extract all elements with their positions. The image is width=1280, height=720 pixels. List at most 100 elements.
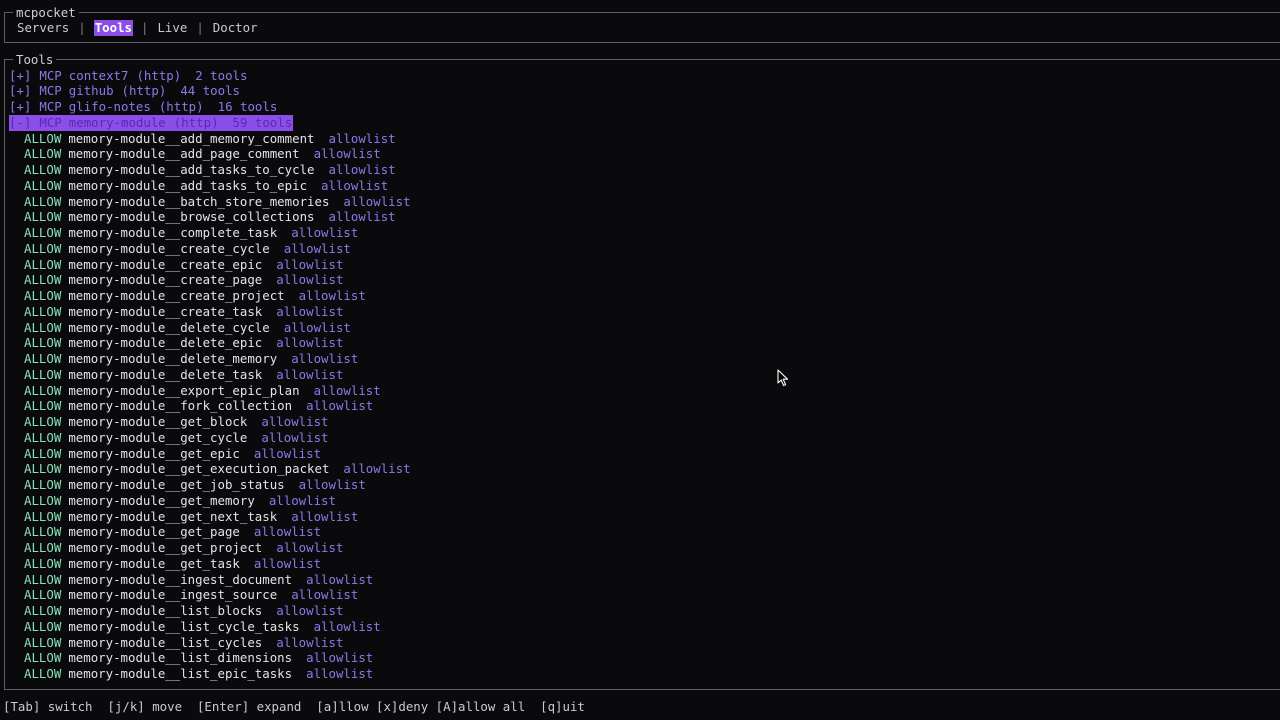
tool-row[interactable]: ALLOW memory-module__list_cycles allowlist: [9, 635, 411, 651]
tool-status-badge: ALLOW: [24, 666, 62, 681]
tool-status-badge: ALLOW: [24, 477, 62, 492]
tab-servers[interactable]: Servers: [16, 20, 70, 36]
expand-toggle[interactable]: [+]: [9, 99, 31, 115]
tool-row[interactable]: ALLOW memory-module__delete_memory allowli…: [9, 351, 411, 367]
tool-status-badge: ALLOW: [24, 209, 62, 225]
tool-row[interactable]: ALLOW memory-module__list_blocks allowlist: [9, 603, 411, 619]
tool-name: memory-module__get_job_status: [68, 477, 285, 492]
server-prefix: MCP: [39, 114, 62, 130]
tool-row[interactable]: ALLOW memory-module__add_tasks_to_cycle al…: [9, 162, 411, 178]
tool-row[interactable]: ALLOW memory-module__get_next_task allowli…: [9, 509, 411, 525]
keybinding-help: [Tab] switch [j/k] move [Enter] expand […: [3, 699, 585, 714]
server-prefix: MCP: [39, 67, 62, 83]
tool-row[interactable]: ALLOW memory-module__get_execution_packet…: [9, 461, 411, 477]
tool-row[interactable]: ALLOW memory-module__complete_task allowli…: [9, 225, 411, 241]
tool-policy-source: allowlist: [343, 193, 411, 209]
server-row-content: [+] MCP glifo-notes (http) 16 tools: [9, 99, 277, 115]
expand-toggle[interactable]: [+]: [9, 68, 31, 84]
tool-row[interactable]: ALLOW memory-module__create_project allowl…: [9, 288, 411, 304]
tool-status-badge: ALLOW: [24, 382, 62, 398]
tool-name: memory-module__list_cycles: [68, 634, 263, 650]
server-transport: (http): [136, 67, 182, 83]
server-transport: (http): [158, 99, 204, 114]
tab-doctor[interactable]: Doctor: [212, 20, 259, 36]
expand-toggle[interactable]: [+]: [9, 83, 31, 99]
tool-name: memory-module__get_memory: [68, 492, 255, 508]
tool-policy-source: allowlist: [313, 146, 381, 162]
server-row-content: [+] MCP context7 (http) 2 tools: [9, 68, 247, 84]
server-row-glifo-notes[interactable]: [+] MCP glifo-notes (http) 16 tools: [9, 99, 411, 115]
tool-row[interactable]: ALLOW memory-module__create_cycle allowlis…: [9, 241, 411, 257]
tool-policy-source: allowlist: [343, 461, 411, 477]
tool-row[interactable]: ALLOW memory-module__get_block allowlist: [9, 414, 411, 430]
server-row-content: [-] MCP memory-module (http) 59 tools: [9, 114, 294, 131]
tool-row[interactable]: ALLOW memory-module__get_page allowlist: [9, 524, 411, 540]
tool-policy-source: allowlist: [261, 414, 329, 429]
tool-row[interactable]: ALLOW memory-module__delete_cycle allowlis…: [9, 320, 411, 336]
tool-row[interactable]: ALLOW memory-module__list_dimensions allow…: [9, 650, 411, 666]
tool-status-badge: ALLOW: [24, 240, 62, 256]
tool-row[interactable]: ALLOW memory-module__get_project allowlist: [9, 540, 411, 556]
expand-toggle[interactable]: [-]: [9, 115, 31, 131]
tool-name: memory-module__batch_store_memories: [68, 193, 330, 209]
tool-name: memory-module__browse_collections: [68, 209, 315, 225]
tool-status-badge: ALLOW: [24, 225, 62, 240]
tool-status-badge: ALLOW: [24, 177, 62, 193]
server-name: glifo-notes: [68, 99, 151, 114]
tool-policy-source: allowlist: [313, 618, 381, 634]
tool-name: memory-module__delete_memory: [68, 351, 278, 366]
server-row-github[interactable]: [+] MCP github (http) 44 tools: [9, 83, 411, 99]
tool-status-badge: ALLOW: [24, 492, 62, 508]
tool-row[interactable]: ALLOW memory-module__fork_collection allow…: [9, 398, 411, 414]
tool-row[interactable]: ALLOW memory-module__list_cycle_tasks allo…: [9, 619, 411, 635]
tool-status-badge: ALLOW: [24, 524, 62, 540]
tool-policy-source: allowlist: [253, 555, 322, 571]
server-row-memory-module[interactable]: [-] MCP memory-module (http) 59 tools: [9, 114, 411, 131]
tool-row[interactable]: ALLOW memory-module__ingest_source allowli…: [9, 587, 411, 603]
tool-row[interactable]: ALLOW memory-module__create_page allowlist: [9, 272, 411, 288]
tool-row[interactable]: ALLOW memory-module__delete_task allowlist: [9, 367, 411, 383]
tool-row[interactable]: ALLOW memory-module__add_memory_comment al…: [9, 131, 411, 147]
tool-row[interactable]: ALLOW memory-module__add_tasks_to_epic all…: [9, 178, 411, 194]
tool-name: memory-module__add_memory_comment: [68, 130, 315, 146]
tool-name: memory-module__create_page: [68, 272, 263, 288]
tool-status-badge: ALLOW: [24, 319, 62, 335]
tool-row[interactable]: ALLOW memory-module__add_page_comment allo…: [9, 146, 411, 162]
tool-status-badge: ALLOW: [24, 162, 62, 177]
tool-row[interactable]: ALLOW memory-module__batch_store_memories…: [9, 194, 411, 210]
tool-row[interactable]: ALLOW memory-module__delete_epic allowlist: [9, 335, 411, 351]
tool-status-badge: ALLOW: [24, 508, 62, 524]
tool-row[interactable]: ALLOW memory-module__create_epic allowlist: [9, 257, 411, 273]
tool-name: memory-module__create_cycle: [68, 240, 270, 256]
tool-status-badge: ALLOW: [24, 351, 62, 366]
tool-policy-source: allowlist: [276, 603, 344, 618]
tool-status-badge: ALLOW: [24, 130, 62, 146]
tool-status-badge: ALLOW: [24, 461, 62, 477]
tool-name: memory-module__add_page_comment: [68, 146, 300, 162]
tool-policy-source: allowlist: [298, 288, 366, 303]
tool-row[interactable]: ALLOW memory-module__ingest_document allow…: [9, 572, 411, 588]
tool-row[interactable]: ALLOW memory-module__get_task allowlist: [9, 556, 411, 572]
tool-policy-source: allowlist: [276, 540, 344, 555]
tool-policy-source: allowlist: [276, 256, 344, 272]
tool-status-badge: ALLOW: [24, 540, 62, 555]
tool-policy-source: allowlist: [306, 650, 374, 666]
tool-row[interactable]: ALLOW memory-module__create_task allowlist: [9, 304, 411, 320]
tab-live[interactable]: Live: [156, 20, 188, 36]
server-prefix: MCP: [39, 83, 62, 99]
tool-row[interactable]: ALLOW memory-module__get_job_status allowl…: [9, 477, 411, 493]
tool-name: memory-module__get_cycle: [68, 429, 248, 445]
tab-tools[interactable]: Tools: [93, 20, 133, 36]
tool-row[interactable]: ALLOW memory-module__get_memory allowlist: [9, 493, 411, 509]
tool-row[interactable]: ALLOW memory-module__get_epic allowlist: [9, 446, 411, 462]
tool-name: memory-module__get_epic: [68, 445, 240, 461]
tool-policy-source: allowlist: [291, 587, 359, 603]
tool-name: memory-module__add_tasks_to_cycle: [68, 162, 315, 177]
tool-policy-source: allowlist: [261, 429, 329, 445]
server-row-context7[interactable]: [+] MCP context7 (http) 2 tools: [9, 68, 411, 84]
tool-row[interactable]: ALLOW memory-module__browse_collections al…: [9, 209, 411, 225]
tool-name: memory-module__fork_collection: [68, 398, 293, 414]
tool-row[interactable]: ALLOW memory-module__list_epic_tasks allow…: [9, 666, 411, 682]
tool-row[interactable]: ALLOW memory-module__export_epic_plan allo…: [9, 383, 411, 399]
tool-row[interactable]: ALLOW memory-module__get_cycle allowlist: [9, 430, 411, 446]
